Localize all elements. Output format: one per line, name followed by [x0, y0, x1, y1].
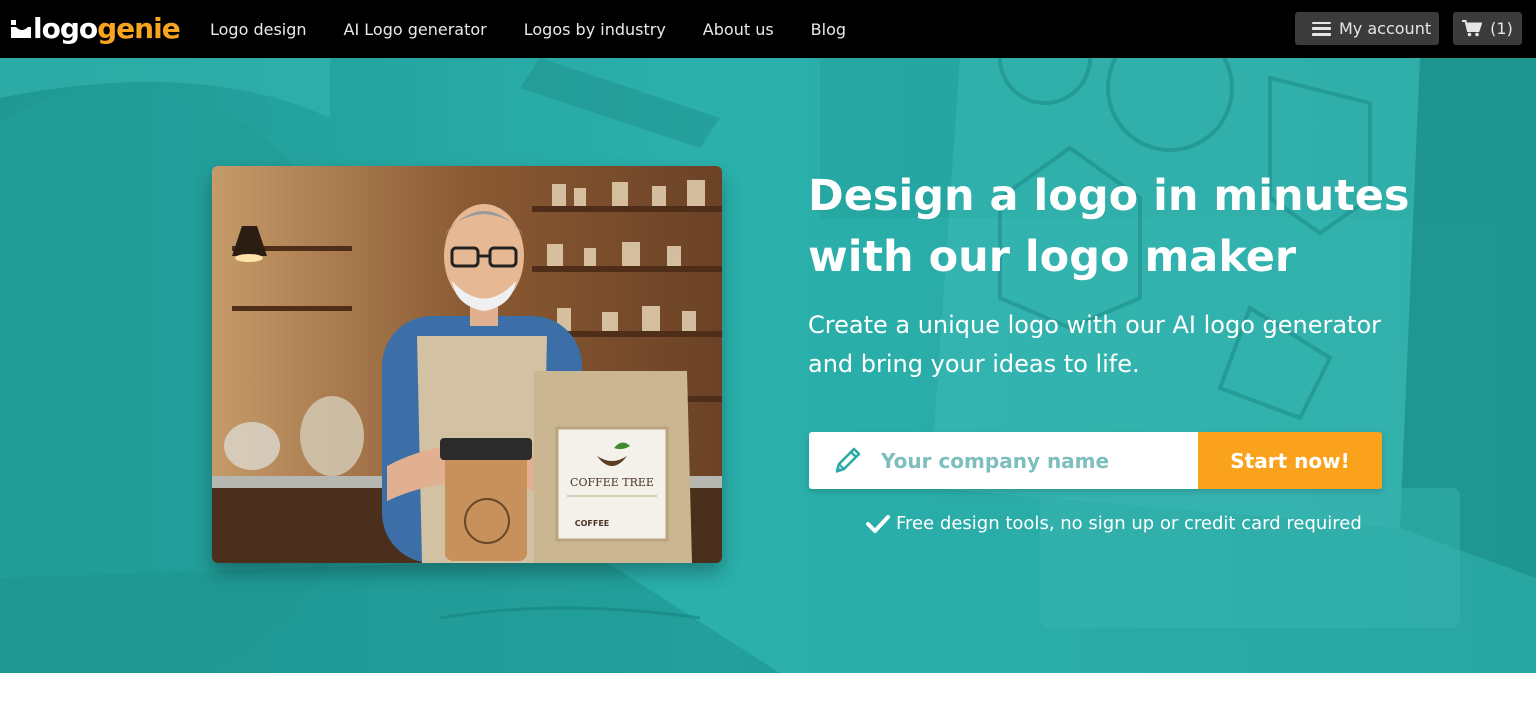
- pencil-icon: [835, 447, 861, 473]
- my-account-label: My account: [1339, 19, 1432, 38]
- logogenie-logo[interactable]: logogenie: [10, 11, 181, 47]
- logo-wordmark: logogenie: [33, 12, 181, 45]
- start-now-button[interactable]: Start now!: [1198, 432, 1382, 489]
- nav-logos-by-industry[interactable]: Logos by industry: [524, 20, 666, 39]
- hero-section: COFFEE TREE COFFEE Design a logo in minu…: [0, 58, 1536, 673]
- bag-product-text: COFFEE: [575, 519, 610, 528]
- check-icon: [866, 514, 890, 533]
- bag-brand-text: COFFEE TREE: [570, 476, 654, 489]
- hero-headline: Design a logo in minutes with our logo m…: [808, 171, 1410, 282]
- main-nav: Logo design AI Logo generator Logos by i…: [210, 0, 883, 58]
- top-navigation-bar: logogenie Logo design AI Logo generator …: [0, 0, 1536, 58]
- hero-subline: Create a unique logo with our AI logo ge…: [808, 311, 1382, 378]
- hero-photo-shop-owner: COFFEE TREE COFFEE: [212, 166, 722, 563]
- company-name-form: Start now!: [809, 432, 1382, 489]
- my-account-button[interactable]: My account: [1295, 12, 1439, 45]
- nav-ai-logo-generator[interactable]: AI Logo generator: [344, 20, 487, 39]
- shop-owner-illustration: COFFEE TREE COFFEE: [212, 166, 722, 563]
- nav-logo-design[interactable]: Logo design: [210, 20, 307, 39]
- cart-icon: [1462, 20, 1483, 37]
- cart-button[interactable]: (1): [1453, 12, 1522, 45]
- menu-icon: [1312, 21, 1331, 36]
- nav-blog[interactable]: Blog: [811, 20, 846, 39]
- company-name-field[interactable]: [809, 432, 1198, 489]
- company-name-input[interactable]: [879, 447, 1183, 474]
- free-tools-note: Free design tools, no sign up or credit …: [866, 513, 1362, 534]
- free-tools-text: Free design tools, no sign up or credit …: [896, 513, 1362, 534]
- cart-count: (1): [1490, 19, 1513, 38]
- genie-lamp-icon: [11, 20, 31, 38]
- nav-about-us[interactable]: About us: [703, 20, 774, 39]
